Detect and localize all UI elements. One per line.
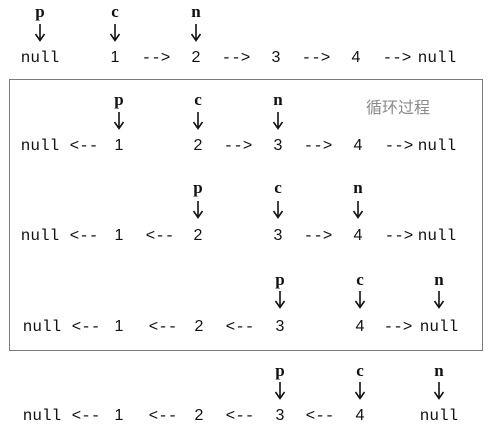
back-arrow: <-- (69, 137, 99, 155)
null-token: null (22, 318, 62, 336)
forward-arrow: --> (301, 49, 331, 67)
node-4: 4 (355, 318, 365, 335)
back-arrow: <-- (71, 318, 101, 336)
pointer-n-label: n (273, 90, 283, 109)
null-token: null (419, 318, 459, 336)
node-3: 3 (273, 227, 283, 244)
pointer-c-label: c (274, 178, 282, 197)
back-arrow: <-- (148, 407, 178, 425)
back-arrow: <-- (71, 407, 101, 425)
pointer-n-label: n (191, 2, 201, 21)
node-4: 4 (355, 407, 365, 424)
pointer-p-label: p (35, 2, 45, 21)
node-2: 2 (194, 407, 204, 424)
node-4: 4 (353, 137, 363, 154)
back-arrow: <-- (305, 407, 335, 425)
pointer-p-label: p (275, 270, 285, 289)
node-3: 3 (271, 49, 281, 66)
forward-arrow: --> (382, 49, 412, 67)
back-arrow: <-- (69, 227, 99, 245)
back-arrow: <-- (225, 318, 255, 336)
node-1: 1 (114, 137, 124, 154)
node-2: 2 (194, 318, 204, 335)
loop-process-box (9, 79, 483, 351)
null-token: null (419, 407, 459, 425)
pointer-p-label: p (114, 90, 124, 109)
pointer-p-arrow-icon (34, 24, 46, 42)
pointer-c-arrow-icon (109, 24, 121, 42)
null-token: null (20, 137, 60, 155)
forward-arrow: --> (384, 227, 414, 245)
null-token: null (417, 49, 457, 67)
null-token: null (417, 227, 457, 245)
pointer-c-label: c (356, 361, 364, 380)
pointer-c-arrow-icon (192, 112, 204, 130)
pointer-c-label: c (111, 2, 119, 21)
pointer-n-arrow-icon (190, 24, 202, 42)
pointer-n-label: n (434, 361, 444, 380)
back-arrow: <-- (145, 227, 175, 245)
pointer-n-arrow-icon (352, 201, 364, 219)
null-token: null (22, 407, 62, 425)
forward-arrow: --> (221, 49, 251, 67)
back-arrow: <-- (148, 318, 178, 336)
node-1: 1 (114, 318, 124, 335)
null-token: null (20, 227, 60, 245)
pointer-p-arrow-icon (192, 201, 204, 219)
loop-process-caption: 循环过程 (366, 98, 431, 117)
null-token: null (417, 137, 457, 155)
pointer-n-arrow-icon (272, 112, 284, 130)
node-2: 2 (191, 49, 201, 66)
pointer-c-arrow-icon (354, 382, 366, 400)
pointer-p-arrow-icon (113, 112, 125, 130)
node-2: 2 (193, 227, 203, 244)
null-token: null (20, 49, 60, 67)
node-3: 3 (275, 407, 285, 424)
node-1: 1 (114, 407, 124, 424)
node-3: 3 (275, 318, 285, 335)
pointer-p-label: p (275, 361, 285, 380)
node-4: 4 (351, 49, 361, 66)
forward-arrow: --> (384, 137, 414, 155)
forward-arrow: --> (223, 137, 253, 155)
pointer-n-arrow-icon (433, 382, 445, 400)
pointer-n-arrow-icon (433, 291, 445, 309)
pointer-p-arrow-icon (274, 382, 286, 400)
node-2: 2 (193, 137, 203, 154)
linked-list-reversal-diagram: 循环过程 null 1 --> 2 --> 3 --> 4 --> null p c n null <-- 1… (0, 0, 493, 434)
node-3: 3 (273, 137, 283, 154)
pointer-c-label: c (356, 270, 364, 289)
pointer-p-arrow-icon (274, 291, 286, 309)
node-4: 4 (353, 227, 363, 244)
back-arrow: <-- (225, 407, 255, 425)
pointer-c-arrow-icon (272, 201, 284, 219)
forward-arrow: --> (303, 137, 333, 155)
node-1: 1 (110, 49, 120, 66)
pointer-n-label: n (434, 270, 444, 289)
forward-arrow: --> (141, 49, 171, 67)
pointer-c-arrow-icon (354, 291, 366, 309)
forward-arrow: --> (303, 227, 333, 245)
forward-arrow: --> (383, 318, 413, 336)
pointer-n-label: n (353, 178, 363, 197)
node-1: 1 (114, 227, 124, 244)
pointer-c-label: c (194, 90, 202, 109)
pointer-p-label: p (193, 178, 203, 197)
